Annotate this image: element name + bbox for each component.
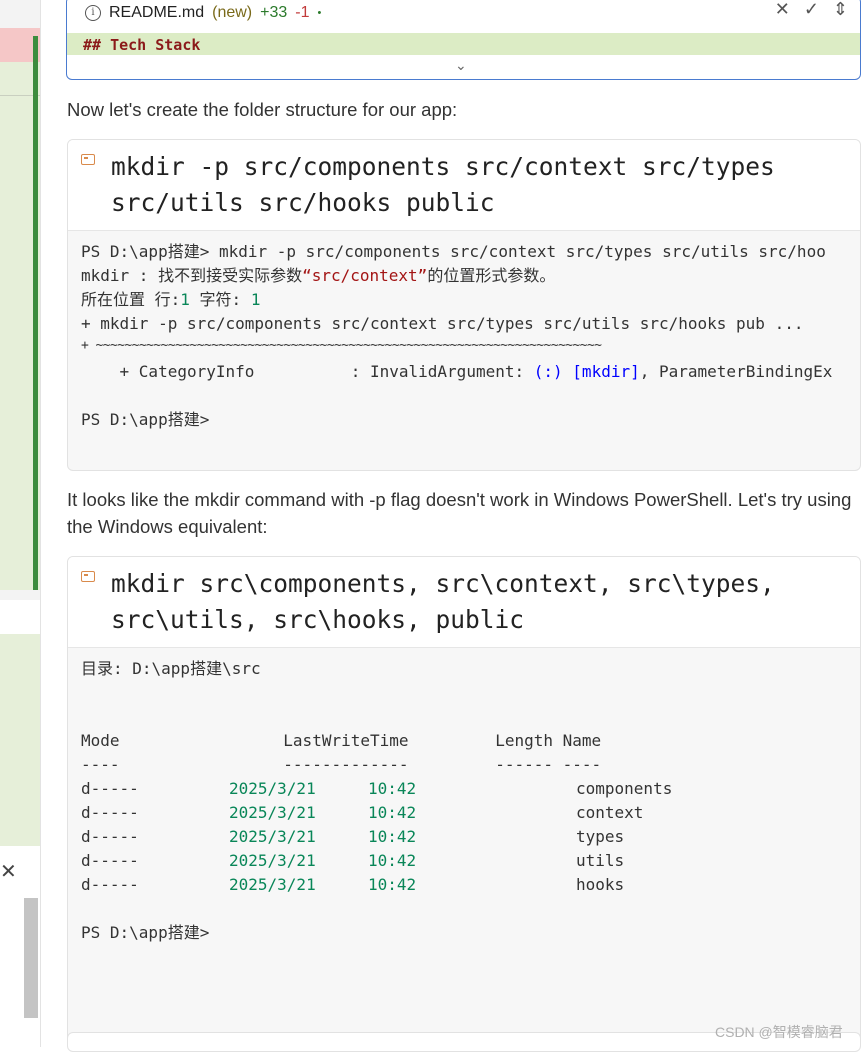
command-line-1: mkdir -p src/components src/context src/… <box>111 152 775 181</box>
row-mode: d----- <box>81 827 139 846</box>
chevron-down-icon[interactable]: ⌄ <box>455 57 467 74</box>
file-status: (new) <box>212 4 253 21</box>
accept-icon[interactable]: ✓ <box>804 0 819 20</box>
watermark: CSDN @智模睿脑君 <box>715 1024 843 1040</box>
file-change-actions: ✕ ✓ ⇕ <box>775 0 848 20</box>
row-name: context <box>576 803 644 822</box>
output-string: “src/context” <box>302 266 428 285</box>
terminal-output-line: PS D:\app搭建> mkdir -p src/components src… <box>81 242 826 261</box>
table-row: d----- 2025/3/21 10:42 hooks <box>81 873 624 897</box>
output-text: 字符: <box>189 290 251 309</box>
row-time: 10:42 <box>368 875 417 894</box>
change-dot-icon: • <box>317 7 322 19</box>
row-mode: d----- <box>81 803 139 822</box>
row-date: 2025/3/21 <box>229 827 316 846</box>
terminal-prompt: PS D:\app搭建> <box>81 923 210 942</box>
row-time: 10:42 <box>368 779 417 798</box>
row-date: 2025/3/21 <box>229 779 316 798</box>
terminal-output-line: 所在位置 行:1 字符: 1 <box>81 288 260 312</box>
row-mode: d----- <box>81 851 139 870</box>
close-icon[interactable]: ✕ <box>0 860 17 884</box>
terminal-prompt: PS D:\app搭建> <box>81 410 210 429</box>
terminal-output-line: + mkdir -p src/components src/context sr… <box>81 314 804 333</box>
assistant-message-1: Now let's create the folder structure fo… <box>67 99 458 120</box>
file-name[interactable]: README.md <box>109 4 204 22</box>
terminal-output-line: + CategoryInfo : InvalidArgument: (:) [m… <box>81 360 833 384</box>
info-icon: i <box>85 5 101 21</box>
terminal-output-line: 目录: D:\app搭建\src <box>81 659 261 678</box>
assistant-message-2: It looks like the mkdir command with -p … <box>67 489 852 537</box>
lines-removed: -1 <box>295 4 310 21</box>
terminal-icon <box>81 571 95 582</box>
terminal-block-1: mkdir -p src/components src/context src/… <box>67 139 861 471</box>
file-change-card: i README.md (new) +33 -1 • ✕ ✓ ⇕ ## Tech… <box>66 0 861 80</box>
row-time: 10:42 <box>368 851 417 870</box>
row-mode: d----- <box>81 875 139 894</box>
row-date: 2025/3/21 <box>229 875 316 894</box>
reject-icon[interactable]: ✕ <box>775 0 790 20</box>
row-time: 10:42 <box>368 827 417 846</box>
table-row: d----- 2025/3/21 10:42 utils <box>81 849 624 873</box>
diff-code-line: ## Tech Stack <box>67 33 860 55</box>
row-name: hooks <box>576 875 625 894</box>
editor-gutter: ✕ <box>0 0 41 1047</box>
output-text: mkdir : 找不到接受实际参数 <box>81 266 303 285</box>
command-header: mkdir -p src/components src/context src/… <box>68 140 860 231</box>
terminal-block-2: mkdir src\components, src\context, src\t… <box>67 556 861 1046</box>
terminal-output-line: mkdir : 找不到接受实际参数“src/context”的位置形式参数。 <box>81 264 555 288</box>
table-row: d----- 2025/3/21 10:42 types <box>81 825 624 849</box>
row-date: 2025/3/21 <box>229 803 316 822</box>
output-number: 1 <box>180 290 190 309</box>
table-separator: ---- ------------- ------ ---- <box>81 755 602 774</box>
output-token: (:) <box>533 362 563 381</box>
table-row: d----- 2025/3/21 10:42 components <box>81 777 672 801</box>
row-mode: d----- <box>81 779 139 798</box>
row-name: types <box>576 827 625 846</box>
command-line-1: mkdir src\components, src\context, src\t… <box>111 569 775 598</box>
table-header: Mode LastWriteTime Length Name <box>81 731 602 750</box>
row-name: utils <box>576 851 625 870</box>
output-text: + CategoryInfo : InvalidArgument: <box>81 362 534 381</box>
lines-added: +33 <box>260 4 288 21</box>
expand-collapse-icon[interactable]: ⇕ <box>833 0 848 20</box>
row-time: 10:42 <box>368 803 417 822</box>
output-text: 所在位置 行: <box>81 290 181 309</box>
scrollbar-thumb[interactable] <box>24 898 38 1018</box>
terminal-icon <box>81 154 95 165</box>
row-date: 2025/3/21 <box>229 851 316 870</box>
command-line-2: src\utils, src\hooks, public <box>111 605 525 634</box>
gutter-gap <box>0 600 40 634</box>
added-lines-marker-2 <box>0 634 40 846</box>
command-line-2: src/utils src/hooks public <box>111 188 495 217</box>
added-lines-bar <box>33 36 38 590</box>
row-name: components <box>576 779 673 798</box>
command-header: mkdir src\components, src\context, src\t… <box>68 557 860 648</box>
diff-code-text: ## Tech Stack <box>83 36 201 54</box>
output-number: 1 <box>250 290 261 309</box>
output-text: 的位置形式参数。 <box>427 266 556 285</box>
output-token: [mkdir] <box>572 362 640 381</box>
output-text: , ParameterBindingEx <box>639 362 833 381</box>
terminal-output-line: + ~~~~~~~~~~~~~~~~~~~~~~~~~~~~~~~~~~~~~~… <box>81 338 602 353</box>
table-row: d----- 2025/3/21 10:42 context <box>81 801 643 825</box>
file-change-header: i README.md (new) +33 -1 • <box>85 1 321 25</box>
